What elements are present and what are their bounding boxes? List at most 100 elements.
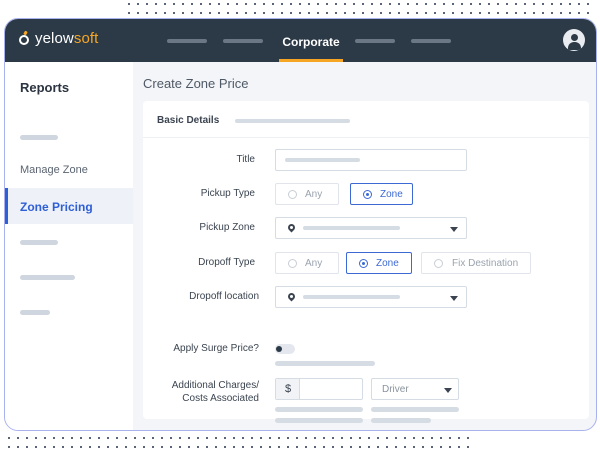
decorative-dot <box>263 12 265 14</box>
decorative-dot <box>182 12 184 14</box>
helper-text-placeholder <box>275 361 375 366</box>
title-input[interactable] <box>275 149 467 171</box>
decorative-dot <box>8 446 10 448</box>
decorative-dot <box>425 3 427 5</box>
decorative-dot <box>236 3 238 5</box>
decorative-dot <box>533 3 535 5</box>
decorative-dot <box>305 446 307 448</box>
select-value: Driver <box>382 384 409 395</box>
sidebar-item-placeholder[interactable] <box>20 275 75 280</box>
location-pin-icon <box>286 291 297 303</box>
decorative-dot <box>470 3 472 5</box>
decorative-dot <box>164 12 166 14</box>
sidebar-item-placeholder[interactable] <box>20 135 58 140</box>
decorative-dot <box>134 446 136 448</box>
nav-tab-placeholder[interactable] <box>223 39 263 43</box>
decorative-dot <box>179 446 181 448</box>
decorative-dot <box>290 3 292 5</box>
radio-label: Zone <box>376 258 399 269</box>
decorative-dot <box>398 3 400 5</box>
decorative-dot <box>434 3 436 5</box>
decorative-dot <box>233 446 235 448</box>
decorative-dot <box>569 3 571 5</box>
pickup-zone-select[interactable] <box>275 217 467 239</box>
decorative-dot <box>398 12 400 14</box>
decorative-dot <box>188 437 190 439</box>
charge-amount-input[interactable]: $ <box>275 378 363 400</box>
decorative-dot <box>524 12 526 14</box>
pickup-type-any-radio[interactable]: Any <box>275 183 339 205</box>
dropoff-type-any-radio[interactable]: Any <box>275 252 339 274</box>
decorative-dot <box>413 446 415 448</box>
decorative-dot <box>170 437 172 439</box>
chevron-down-icon <box>450 227 458 232</box>
decorative-dot <box>215 446 217 448</box>
decorative-dot <box>533 12 535 14</box>
decorative-dot <box>44 437 46 439</box>
decorative-dot <box>350 437 352 439</box>
dropoff-type-zone-radio[interactable]: Zone <box>346 252 412 274</box>
decorative-dot <box>416 12 418 14</box>
decorative-dot <box>35 446 37 448</box>
charge-type-select[interactable]: Driver <box>371 378 459 400</box>
decorative-dot <box>134 437 136 439</box>
decorative-dot <box>209 12 211 14</box>
select-placeholder <box>303 295 400 299</box>
decorative-dot <box>341 446 343 448</box>
decorative-dot <box>395 446 397 448</box>
nav-tab-placeholder[interactable] <box>167 39 207 43</box>
decorative-dot <box>353 12 355 14</box>
decorative-dot <box>224 446 226 448</box>
decorative-dot <box>227 12 229 14</box>
decorative-dot <box>422 446 424 448</box>
sidebar-item-zone-pricing[interactable]: Zone Pricing <box>5 188 133 224</box>
decorative-dot <box>431 437 433 439</box>
decorative-dot <box>278 437 280 439</box>
decorative-dot <box>377 437 379 439</box>
brand-name: yelowsoft <box>35 30 99 47</box>
decorative-dot <box>107 437 109 439</box>
brand-logo[interactable]: yelowsoft <box>19 30 98 47</box>
sidebar-item-placeholder[interactable] <box>20 310 50 315</box>
decorative-dot <box>179 437 181 439</box>
decorative-dot <box>422 437 424 439</box>
decorative-dot <box>362 12 364 14</box>
decorative-dot <box>560 12 562 14</box>
decorative-dots-top <box>128 0 600 16</box>
sidebar-item-placeholder[interactable] <box>20 240 58 245</box>
decorative-dot <box>80 446 82 448</box>
decorative-dot <box>146 12 148 14</box>
decorative-dot <box>116 437 118 439</box>
decorative-dot <box>173 12 175 14</box>
radio-circle <box>434 259 443 268</box>
decorative-dot <box>416 3 418 5</box>
decorative-dot <box>152 446 154 448</box>
tab-corporate[interactable]: Corporate <box>279 19 343 62</box>
decorative-dot <box>191 12 193 14</box>
decorative-dot <box>125 437 127 439</box>
decorative-dot <box>269 446 271 448</box>
user-icon[interactable] <box>563 29 585 51</box>
decorative-dot <box>260 437 262 439</box>
decorative-dot <box>407 12 409 14</box>
decorative-dot <box>443 12 445 14</box>
nav-tab-placeholder[interactable] <box>355 39 395 43</box>
app-window: yelowsoft Corporate Reports Manage Zone … <box>4 18 597 431</box>
page-title: Create Zone Price <box>143 76 249 91</box>
decorative-dot <box>287 437 289 439</box>
dropoff-type-fix-destination-radio[interactable]: Fix Destination <box>421 252 531 274</box>
decorative-dot <box>389 12 391 14</box>
dropoff-location-select[interactable] <box>275 286 467 308</box>
pickup-type-zone-radio[interactable]: Zone <box>350 183 413 205</box>
sidebar-item-manage-zone[interactable]: Manage Zone <box>20 164 88 176</box>
sidebar: Reports Manage Zone Zone Pricing <box>5 62 133 430</box>
nav-tab-placeholder[interactable] <box>411 39 451 43</box>
decorative-dot <box>161 446 163 448</box>
location-pin-icon <box>286 222 297 234</box>
surge-toggle[interactable] <box>275 344 295 354</box>
decorative-dot <box>461 12 463 14</box>
decorative-dot <box>344 12 346 14</box>
decorative-dot <box>143 437 145 439</box>
dropoff-location-label: Dropoff location <box>189 291 259 302</box>
decorative-dot <box>470 12 472 14</box>
